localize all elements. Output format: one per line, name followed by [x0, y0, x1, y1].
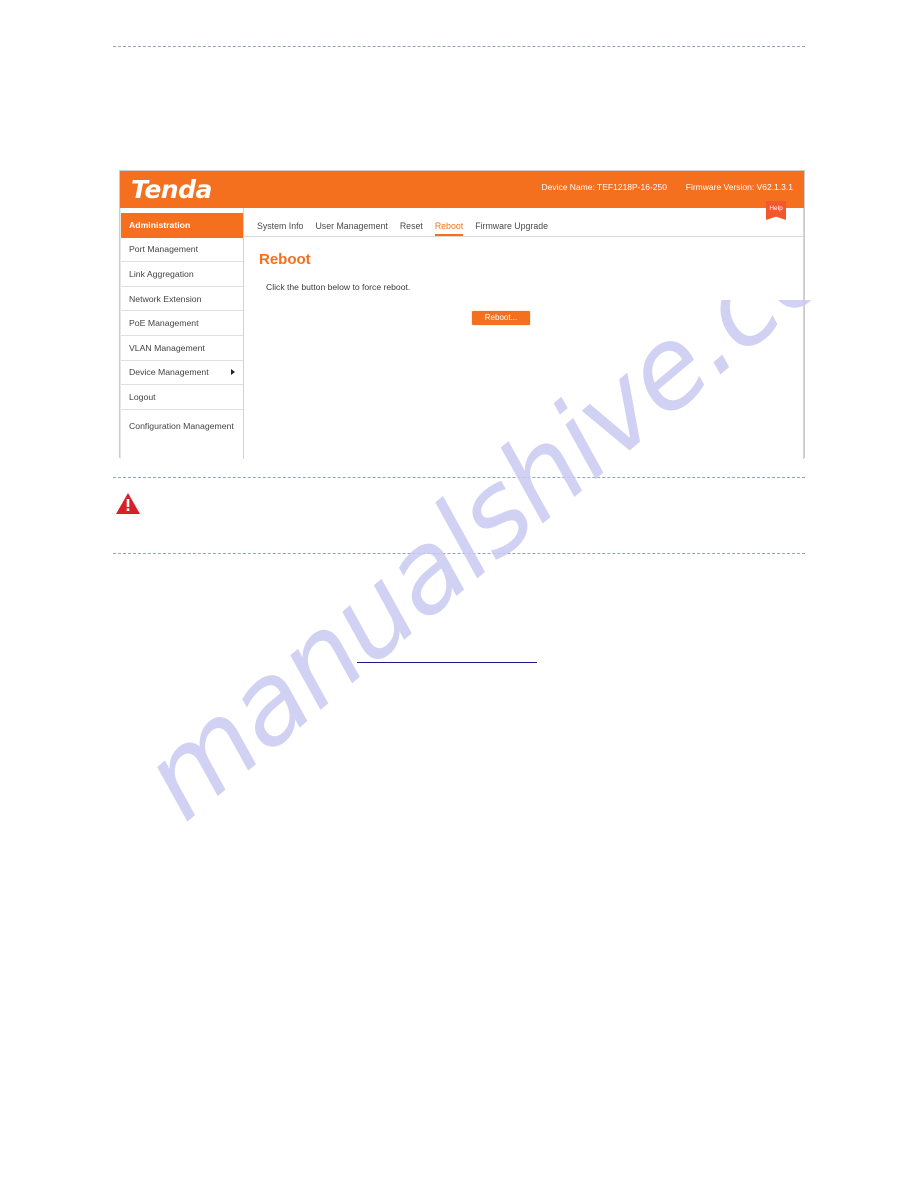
tab-user-management[interactable]: User Management — [315, 221, 387, 236]
sidebar-nav: Administration Port Management Link Aggr… — [120, 208, 244, 459]
tenda-logo: Tenda — [131, 175, 212, 204]
warning-triangle-icon — [115, 492, 141, 516]
ui-body: Administration Port Management Link Aggr… — [120, 201, 804, 459]
sidebar-item-label: Administration — [129, 219, 191, 230]
tab-label: Firmware Upgrade — [475, 221, 549, 231]
reboot-button[interactable]: Reboot... — [471, 310, 531, 326]
sidebar-item-label: Network Extension — [129, 293, 202, 304]
sidebar-item-label: PoE Management — [129, 318, 199, 329]
page-divider-middle — [113, 477, 805, 478]
tab-label: Reboot — [434, 221, 464, 231]
sidebar-item-configuration-management[interactable]: Configuration Management — [121, 410, 243, 443]
sidebar-item-link-aggregation[interactable]: Link Aggregation — [121, 262, 243, 287]
firmware-version-text: Firmware Version: V62.1.3.1 — [685, 182, 793, 192]
sidebar-item-label: Port Management — [129, 244, 199, 255]
tab-system-info[interactable]: System Info — [257, 221, 303, 236]
tab-label: Reset — [399, 221, 423, 231]
hyperlink-underline[interactable] — [357, 662, 537, 663]
tab-bar: System Info User Management Reset Reboot… — [244, 201, 803, 237]
sidebar-item-network-extension[interactable]: Network Extension — [121, 287, 243, 312]
sidebar-item-label: Device Management — [129, 367, 209, 378]
device-info: Device Name: TEF1218P-16-250 Firmware Ve… — [541, 182, 793, 192]
page-divider-bottom — [113, 553, 805, 554]
ui-header-bar: Tenda Device Name: TEF1218P-16-250 Firmw… — [120, 171, 804, 208]
sidebar-item-administration[interactable]: Administration — [121, 213, 243, 238]
sidebar-item-vlan-management[interactable]: VLAN Management — [121, 336, 243, 361]
sidebar-item-label: Link Aggregation — [129, 268, 194, 279]
content-area: System Info User Management Reset Reboot… — [244, 201, 804, 459]
sidebar-item-logout[interactable]: Logout — [121, 385, 243, 410]
tab-firmware-upgrade[interactable]: Firmware Upgrade — [475, 221, 548, 236]
device-name-text: Device Name: TEF1218P-16-250 — [541, 182, 667, 192]
switch-web-ui-screenshot: Tenda Device Name: TEF1218P-16-250 Firmw… — [119, 170, 805, 459]
sidebar-item-label: VLAN Management — [129, 342, 205, 353]
tab-reboot[interactable]: Reboot — [434, 221, 464, 236]
sidebar-item-poe-management[interactable]: PoE Management — [121, 311, 243, 336]
tab-reset[interactable]: Reset — [400, 221, 423, 236]
sidebar-item-label: Configuration Management — [129, 420, 234, 431]
chevron-right-icon — [231, 369, 235, 376]
page-divider-top — [113, 46, 805, 47]
sidebar-item-device-management[interactable]: Device Management — [121, 361, 243, 386]
tab-label: User Management — [315, 221, 388, 231]
sidebar-item-port-management[interactable]: Port Management — [121, 238, 243, 263]
tab-label: System Info — [257, 221, 304, 231]
panel-description: Click the button below to force reboot. — [266, 282, 411, 292]
help-button[interactable]: Help — [766, 201, 786, 220]
sidebar-item-label: Logout — [129, 391, 156, 402]
page-title: Reboot — [259, 251, 311, 268]
